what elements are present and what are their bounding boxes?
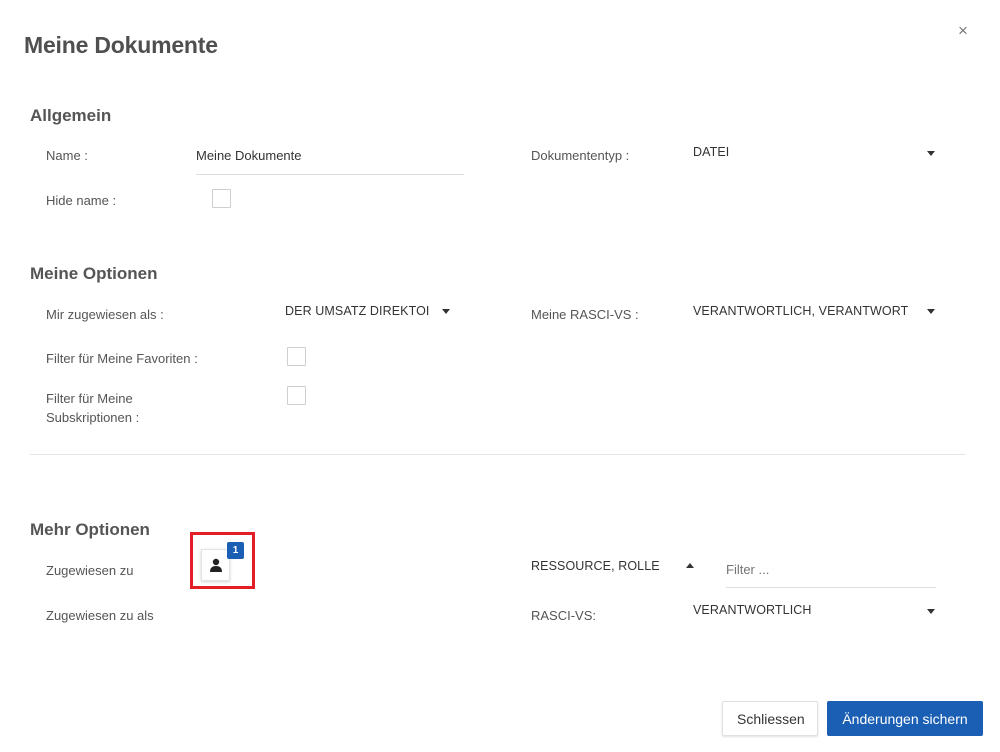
save-changes-button[interactable]: Änderungen sichern <box>827 701 983 736</box>
doctype-label: Dokumententyp : <box>531 148 630 163</box>
hide-name-label: Hide name : <box>46 193 117 208</box>
assigned-to-person-button[interactable] <box>201 549 230 581</box>
caret-down-icon <box>927 151 935 156</box>
filter-input[interactable] <box>726 556 936 588</box>
rasci-select[interactable]: VERANTWORTLICH, VERANTWORT <box>693 300 943 326</box>
dialog: Meine Dokumente × Allgemein Name : Dokum… <box>0 0 1000 752</box>
section-meine-optionen-heading: Meine Optionen <box>30 264 158 283</box>
close-icon[interactable]: × <box>958 22 968 39</box>
caret-down-icon <box>927 609 935 614</box>
rasci-label: Meine RASCI-VS : <box>531 307 639 322</box>
subscriptions-checkbox[interactable] <box>287 386 306 405</box>
assigned-to-label: Zugewiesen zu <box>46 563 134 578</box>
favorites-label: Filter für Meine Favoriten : <box>46 351 198 366</box>
name-input[interactable] <box>196 145 464 175</box>
section-allgemein-heading: Allgemein <box>30 106 112 125</box>
rasci-vs-value: VERANTWORTLICH <box>693 603 812 617</box>
subscriptions-label: Filter für Meine Subskriptionen : <box>46 389 139 427</box>
section-mehr-optionen-heading: Mehr Optionen <box>30 520 150 539</box>
resource-role-value: RESSOURCE, ROLLE <box>531 559 660 573</box>
caret-down-icon <box>442 309 450 314</box>
caret-up-icon[interactable] <box>686 563 694 568</box>
assigned-as-value: DER UMSATZ DIREKTOI <box>285 304 430 318</box>
assigned-as-select[interactable]: DER UMSATZ DIREKTOI <box>285 300 460 326</box>
favorites-checkbox[interactable] <box>287 347 306 366</box>
assigned-count-badge: 1 <box>227 542 244 559</box>
caret-down-icon <box>927 309 935 314</box>
doctype-value: DATEI <box>693 145 730 159</box>
dialog-title: Meine Dokumente <box>24 32 218 58</box>
subscriptions-label-line2: Subskriptionen : <box>46 410 140 425</box>
name-label: Name : <box>46 148 88 163</box>
doctype-select[interactable]: DATEI <box>693 140 943 168</box>
rasci-vs-select[interactable]: VERANTWORTLICH <box>693 599 943 625</box>
close-button[interactable]: Schliessen <box>722 701 818 736</box>
assigned-to-as-label: Zugewiesen zu als <box>46 608 154 623</box>
rasci-value: VERANTWORTLICH, VERANTWORT <box>693 304 909 318</box>
rasci-vs-label: RASCI-VS: <box>531 608 597 623</box>
assigned-as-label: Mir zugewiesen als : <box>46 307 164 322</box>
section-divider <box>30 454 966 455</box>
hide-name-checkbox[interactable] <box>212 189 231 208</box>
person-icon <box>210 558 222 572</box>
subscriptions-label-line1: Filter für Meine <box>46 391 133 406</box>
